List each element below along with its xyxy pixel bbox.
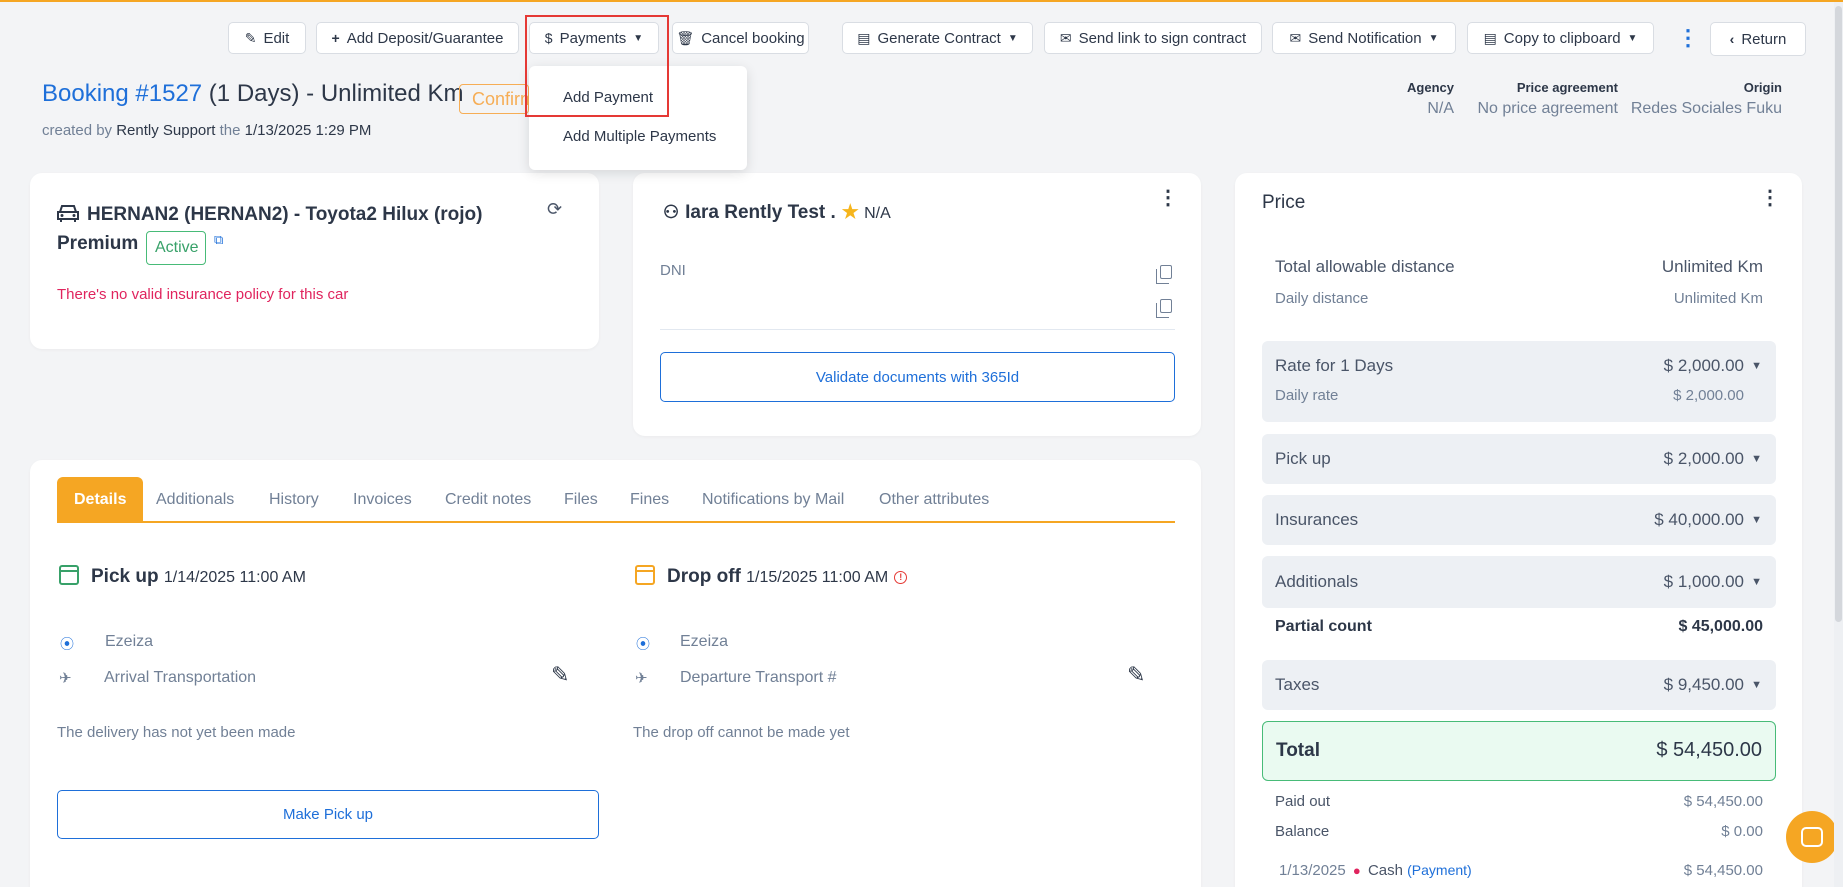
tab-fines[interactable]: Fines <box>630 477 669 523</box>
status-dot-icon: ● <box>1352 863 1361 878</box>
tab-files[interactable]: Files <box>564 477 598 523</box>
origin-info: Origin Redes Sociales Fuku <box>1630 80 1782 117</box>
sync-icon[interactable]: ⟳ <box>547 199 562 220</box>
tab-history[interactable]: History <box>269 477 319 523</box>
insurance-warning: There's no valid insurance policy for th… <box>57 286 349 303</box>
chevron-left-icon: ‹ <box>1729 31 1735 47</box>
creator-name: Rently Support <box>116 122 216 139</box>
page-title: Booking #1527 (1 Days) - Unlimited Km <box>42 80 464 108</box>
scrollbar[interactable] <box>1834 2 1843 887</box>
envelope-icon: ✉ <box>1059 29 1072 46</box>
copy-icon[interactable] <box>1156 299 1172 318</box>
dropoff-heading: Drop off 1/15/2025 11:00 AM! <box>635 565 908 588</box>
user-icon: ⚇ <box>663 202 680 222</box>
car-status-badge: Active <box>146 231 206 265</box>
payment-link[interactable]: (Payment) <box>1407 862 1472 878</box>
make-pickup-button[interactable]: Make Pick up <box>57 790 599 839</box>
calendar-icon <box>635 565 655 585</box>
car-title: HERNAN2 (HERNAN2) - Toyota2 Hilux (rojo)… <box>57 204 483 254</box>
dni-label: DNI <box>660 262 686 279</box>
scrollbar-thumb[interactable] <box>1835 6 1842 622</box>
chat-icon <box>1801 827 1823 847</box>
dollar-icon: $ <box>544 30 553 46</box>
location-pin-icon: ⦿ <box>60 636 74 652</box>
tab-additionals[interactable]: Additionals <box>156 477 234 523</box>
price-agreement-info: Price agreement No price agreement <box>1477 80 1618 117</box>
dropoff-transport: Departure Transport # <box>680 669 837 686</box>
divider <box>660 329 1175 330</box>
send-link-button[interactable]: ✉ Send link to sign contract <box>1044 22 1262 54</box>
chevron-down-icon: ▼ <box>1751 679 1762 691</box>
more-actions-icon[interactable]: ⋮ <box>1677 24 1699 52</box>
edit-button[interactable]: ✎ Edit <box>228 22 306 54</box>
dropoff-location: Ezeiza <box>680 633 729 650</box>
location-pin-icon: ⦿ <box>636 636 650 652</box>
menu-item-add-payment[interactable]: Add Payment <box>563 89 653 106</box>
caret-down-icon: ▼ <box>633 32 644 44</box>
alert-icon: ! <box>894 571 908 584</box>
pickup-transport: Arrival Transportation <box>104 669 257 686</box>
star-icon: ★ <box>841 202 859 223</box>
send-notification-button[interactable]: ✉ Send Notification ▼ <box>1272 22 1456 54</box>
copy-icon[interactable] <box>1156 265 1172 284</box>
price-menu-icon[interactable]: ⋮ <box>1760 188 1780 208</box>
total-box: Total $ 54,450.00 <box>1262 721 1776 781</box>
tab-credit-notes[interactable]: Credit notes <box>445 477 531 523</box>
price-title: Price <box>1262 192 1306 213</box>
menu-item-add-multiple-payments[interactable]: Add Multiple Payments <box>563 128 716 145</box>
cancel-booking-button[interactable]: 🗑 Cancel booking <box>672 22 809 54</box>
external-link-icon[interactable]: ⧉ <box>214 232 223 248</box>
tab-details[interactable]: Details <box>57 477 144 523</box>
calendar-icon <box>59 565 79 585</box>
dropoff-status: The drop off cannot be made yet <box>633 724 850 741</box>
booking-number: Booking #1527 <box>42 80 203 107</box>
copy-clipboard-button[interactable]: ▤ Copy to clipboard ▼ <box>1467 22 1654 54</box>
document-icon: ▤ <box>857 29 871 46</box>
edit-pickup-icon[interactable]: ✎ <box>551 662 569 688</box>
created-date: 1/13/2025 1:29 PM <box>244 122 372 139</box>
plane-arrival-icon: ✈ <box>59 670 72 687</box>
rate-box[interactable]: Rate for 1 Days $ 2,000.00 ▼ Daily rate … <box>1262 341 1776 422</box>
tab-notifications-by-mail[interactable]: Notifications by Mail <box>702 477 844 523</box>
chevron-down-icon: ▼ <box>1751 514 1762 526</box>
tab-bar: Details Additionals History Invoices Cre… <box>57 477 1175 523</box>
pickup-location: Ezeiza <box>105 633 154 650</box>
chevron-down-icon: ▼ <box>1751 360 1762 372</box>
pickup-price-box[interactable]: Pick up $ 2,000.00 ▼ <box>1262 434 1776 484</box>
pencil-icon: ✎ <box>244 29 257 46</box>
top-accent-line <box>0 0 1843 2</box>
chat-button[interactable] <box>1786 811 1838 863</box>
trash-icon: 🗑 <box>676 29 695 46</box>
generate-contract-button[interactable]: ▤ Generate Contract ▼ <box>842 22 1033 54</box>
caret-down-icon: ▼ <box>1007 32 1018 44</box>
plus-icon: + <box>331 30 340 46</box>
booking-summary: (1 Days) - Unlimited Km <box>202 80 464 107</box>
plane-departure-icon: ✈ <box>635 670 648 687</box>
validate-documents-button[interactable]: Validate documents with 365Id <box>660 352 1175 402</box>
add-deposit-button[interactable]: + Add Deposit/Guarantee <box>316 22 519 54</box>
chevron-down-icon: ▼ <box>1751 453 1762 465</box>
client-name: ⚇ Iara Rently Test . ★ N/A <box>663 202 891 223</box>
pickup-heading: Pick up 1/14/2025 11:00 AM <box>59 565 306 588</box>
created-info: created by Rently Support the 1/13/2025 … <box>42 122 372 139</box>
edit-dropoff-icon[interactable]: ✎ <box>1127 662 1145 688</box>
tab-other-attributes[interactable]: Other attributes <box>879 477 989 523</box>
caret-down-icon: ▼ <box>1428 32 1439 44</box>
caret-down-icon: ▼ <box>1627 32 1638 44</box>
chevron-down-icon: ▼ <box>1751 576 1762 588</box>
payments-dropdown-menu: Add Payment Add Multiple Payments <box>529 66 747 170</box>
taxes-box[interactable]: Taxes $ 9,450.00 ▼ <box>1262 660 1776 710</box>
clipboard-icon: ▤ <box>1483 29 1497 46</box>
client-menu-icon[interactable]: ⋮ <box>1158 188 1178 208</box>
return-button[interactable]: ‹ Return <box>1710 22 1806 56</box>
car-icon <box>57 205 79 222</box>
additionals-box[interactable]: Additionals $ 1,000.00 ▼ <box>1262 556 1776 608</box>
envelope-icon: ✉ <box>1289 29 1302 46</box>
insurances-box[interactable]: Insurances $ 40,000.00 ▼ <box>1262 495 1776 545</box>
status-badge: Confirmed <box>459 84 529 114</box>
tab-invoices[interactable]: Invoices <box>353 477 412 523</box>
payments-button[interactable]: $ Payments ▼ <box>529 22 659 54</box>
pickup-status: The delivery has not yet been made <box>57 724 296 741</box>
